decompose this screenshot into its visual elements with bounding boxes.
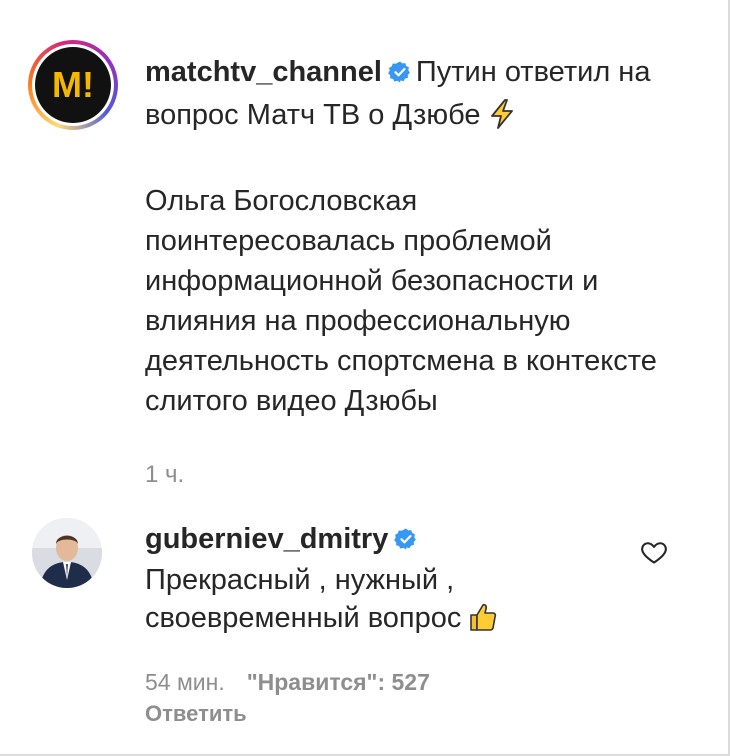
comment-time[interactable]: 54 мин. <box>145 669 225 695</box>
comments-panel: М! matchtv_channel Путин ответил на вопро… <box>0 0 730 756</box>
match-tv-logo: М! <box>52 64 94 105</box>
story-ring[interactable]: М! <box>28 40 118 130</box>
comment-text-block: guberniev_dmitry Прекрасный , нужный , с… <box>145 520 615 643</box>
comment-username-link[interactable]: guberniev_dmitry <box>145 523 388 555</box>
caption-text-column: matchtv_channel Путин ответил на вопрос М… <box>145 52 665 495</box>
comment-likes-count[interactable]: "Нравится": 527 <box>247 669 430 695</box>
avatar: М! <box>35 47 111 123</box>
username-link[interactable]: matchtv_channel <box>145 56 382 88</box>
reply-button[interactable]: Ответить <box>145 698 430 730</box>
comment-meta: 54 мин. "Нравится": 527 Ответить <box>145 666 430 730</box>
thumbs-up-emoji-icon <box>467 601 499 643</box>
verified-badge-icon <box>388 55 412 95</box>
post-time[interactable]: 1 ч. <box>145 455 665 495</box>
heart-outline-icon[interactable] <box>640 538 668 566</box>
avatar[interactable] <box>32 518 102 588</box>
svg-text:М!: М! <box>52 64 94 105</box>
lightning-emoji-icon <box>487 98 517 141</box>
verified-badge-icon <box>394 523 418 561</box>
caption-body: Ольга Богословская поинтересовалась проб… <box>145 185 657 417</box>
person-photo-icon <box>32 518 102 588</box>
comment-body: Прекрасный , нужный , своевременный вопр… <box>145 564 462 634</box>
